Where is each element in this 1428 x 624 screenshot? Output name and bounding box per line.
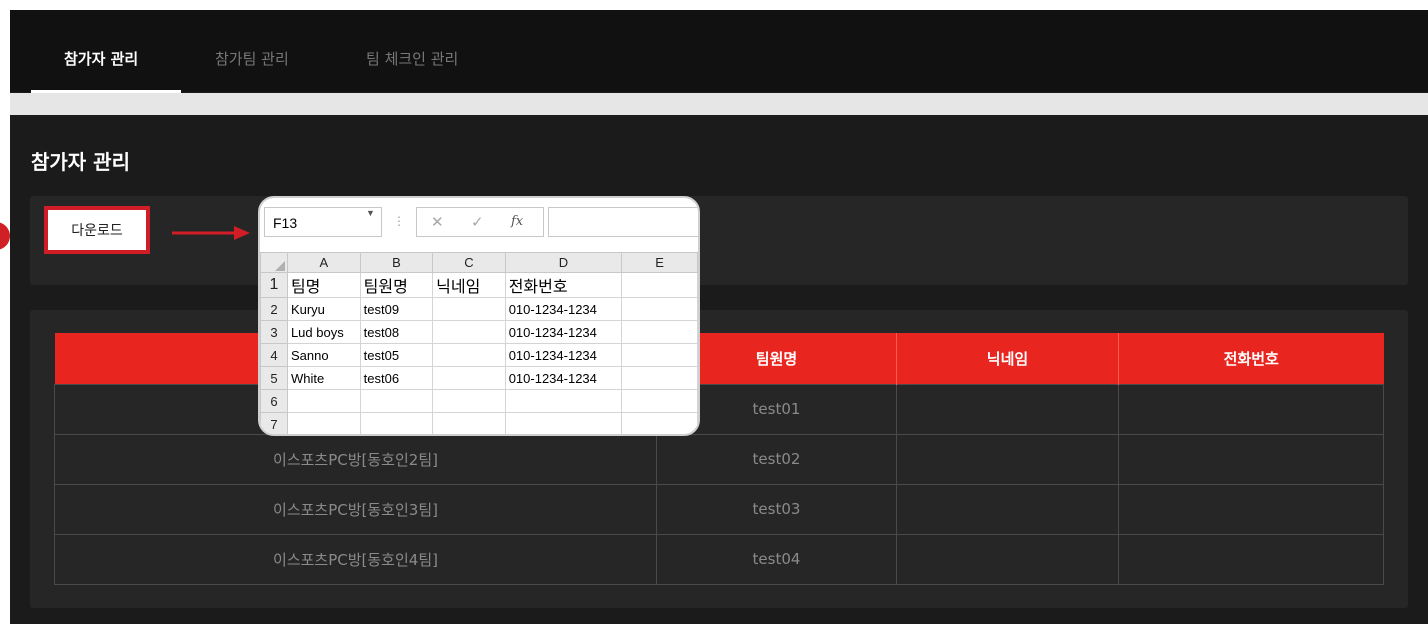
table-header-row: 팀원명 닉네임 전화번호: [54, 333, 1384, 384]
spreadsheet-grid: A B C D E 1 팀명 팀원명 닉네임 전화번호 2 Kuryu test…: [260, 252, 698, 434]
phone-cell: [1118, 433, 1384, 485]
member-name-cell: test02: [656, 433, 897, 485]
drag-handle-icon: ⋮: [393, 214, 405, 228]
formula-bar-input[interactable]: [548, 207, 698, 237]
nickname-cell: [896, 533, 1119, 585]
sheet-cell[interactable]: 팀원명: [359, 272, 434, 298]
nickname-cell: [896, 483, 1119, 535]
sheet-row: 3 Lud boys test08 010-1234-1234: [260, 320, 698, 344]
nickname-cell: [896, 383, 1119, 435]
sheet-row: 1 팀명 팀원명 닉네임 전화번호: [260, 272, 698, 298]
sheet-cell[interactable]: 010-1234-1234: [504, 320, 623, 344]
team-cell: 이스포츠PC방[동호인3팀]: [54, 483, 657, 535]
sheet-cell[interactable]: [359, 389, 434, 413]
sheet-cell[interactable]: [621, 320, 698, 344]
divider-strip: [10, 93, 1428, 115]
chevron-down-icon[interactable]: ▼: [366, 208, 375, 218]
app-frame: 참가자 관리 참가팀 관리 팀 체크인 관리 참가자 관리 팀원명 닉네임 전화…: [10, 10, 1428, 624]
row-header[interactable]: 7: [260, 412, 288, 434]
sheet-cell[interactable]: Sanno: [286, 343, 361, 367]
column-header-row: A B C D E: [260, 252, 698, 273]
check-icon[interactable]: ✓: [471, 213, 484, 231]
tab-team-checkin-management[interactable]: 팀 체크인 관리: [366, 48, 458, 69]
sheet-row: 5 White test06 010-1234-1234: [260, 366, 698, 390]
step-badge: [0, 222, 10, 250]
sheet-cell[interactable]: 닉네임: [432, 272, 506, 298]
phone-cell: [1118, 383, 1384, 435]
sheet-cell[interactable]: [286, 389, 361, 413]
column-header-nickname: 닉네임: [896, 333, 1119, 384]
sheet-cell[interactable]: [432, 297, 506, 321]
row-header[interactable]: 5: [260, 366, 288, 390]
sheet-cell[interactable]: [432, 412, 506, 434]
member-name-cell: test03: [656, 483, 897, 535]
row-header[interactable]: 6: [260, 389, 288, 413]
page-title: 참가자 관리: [31, 150, 130, 174]
sheet-cell[interactable]: [621, 297, 698, 321]
column-header[interactable]: A: [286, 252, 361, 273]
row-header[interactable]: 1: [260, 272, 288, 298]
sheet-cell[interactable]: Kuryu: [286, 297, 361, 321]
sheet-cell[interactable]: test08: [359, 320, 434, 344]
sheet-cell[interactable]: 전화번호: [504, 272, 623, 298]
top-tab-bar: 참가자 관리 참가팀 관리 팀 체크인 관리: [10, 10, 1428, 93]
sheet-cell[interactable]: [621, 412, 698, 434]
column-header[interactable]: E: [621, 252, 698, 273]
sheet-cell[interactable]: test05: [359, 343, 434, 367]
participant-table: 팀원명 닉네임 전화번호 이스포츠PC방[동호인1팀] test01 이스포츠P…: [54, 333, 1384, 585]
download-button[interactable]: 다운로드: [44, 206, 150, 254]
function-icon[interactable]: fx: [511, 214, 523, 229]
row-header[interactable]: 4: [260, 343, 288, 367]
column-header[interactable]: C: [432, 252, 506, 273]
excel-preview: F13 ▼ ⋮ ✕ ✓ fx A B C D E 1 팀명 팀원명 닉네임 전화…: [258, 196, 700, 436]
sheet-cell[interactable]: [504, 389, 623, 413]
sheet-cell[interactable]: [432, 320, 506, 344]
sheet-cell[interactable]: test09: [359, 297, 434, 321]
sheet-row: 2 Kuryu test09 010-1234-1234: [260, 297, 698, 321]
phone-cell: [1118, 483, 1384, 535]
column-header[interactable]: B: [359, 252, 434, 273]
sheet-cell[interactable]: [359, 412, 434, 434]
name-box[interactable]: F13: [264, 207, 382, 237]
sheet-cell[interactable]: [504, 412, 623, 434]
row-header[interactable]: 3: [260, 320, 288, 344]
sheet-cell[interactable]: [432, 366, 506, 390]
tab-team-management[interactable]: 참가팀 관리: [215, 48, 289, 69]
table-row: 이스포츠PC방[동호인2팀] test02: [54, 433, 1384, 485]
cancel-icon[interactable]: ✕: [431, 213, 444, 231]
sheet-cell[interactable]: [621, 389, 698, 413]
sheet-cell[interactable]: [286, 412, 361, 434]
sheet-cell[interactable]: White: [286, 366, 361, 390]
select-all-corner[interactable]: [260, 252, 288, 273]
row-header[interactable]: 2: [260, 297, 288, 321]
sheet-row: 4 Sanno test05 010-1234-1234: [260, 343, 698, 367]
team-cell: 이스포츠PC방[동호인4팀]: [54, 533, 657, 585]
arrow-right-icon: [172, 226, 250, 240]
sheet-cell[interactable]: 팀명: [286, 272, 361, 298]
sheet-cell[interactable]: Lud boys: [286, 320, 361, 344]
tab-participant-management[interactable]: 참가자 관리: [64, 48, 138, 69]
sheet-cell[interactable]: [621, 366, 698, 390]
team-cell: 이스포츠PC방[동호인2팀]: [54, 433, 657, 485]
table-row: 이스포츠PC방[동호인1팀] test01: [54, 383, 1384, 435]
sheet-cell[interactable]: test06: [359, 366, 434, 390]
sheet-cell[interactable]: [621, 343, 698, 367]
sheet-cell[interactable]: [432, 389, 506, 413]
table-row: 이스포츠PC방[동호인3팀] test03: [54, 483, 1384, 535]
sheet-cell[interactable]: 010-1234-1234: [504, 343, 623, 367]
member-name-cell: test04: [656, 533, 897, 585]
sheet-row: 7: [260, 412, 698, 434]
column-header-phone: 전화번호: [1118, 333, 1384, 384]
formula-icons: ✕ ✓ fx: [416, 207, 544, 237]
phone-cell: [1118, 533, 1384, 585]
nickname-cell: [896, 433, 1119, 485]
sheet-cell[interactable]: [621, 272, 698, 298]
column-header[interactable]: D: [504, 252, 623, 273]
sheet-cell[interactable]: 010-1234-1234: [504, 366, 623, 390]
sheet-cell[interactable]: 010-1234-1234: [504, 297, 623, 321]
sheet-cell[interactable]: [432, 343, 506, 367]
sheet-row: 6: [260, 389, 698, 413]
table-row: 이스포츠PC방[동호인4팀] test04: [54, 533, 1384, 585]
